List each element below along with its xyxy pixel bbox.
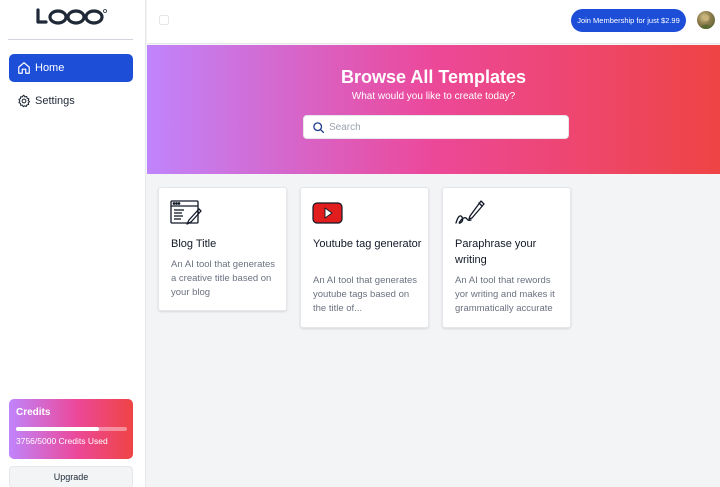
template-card-title: Blog Title: [171, 238, 217, 250]
template-card-title: Youtube tag generator: [313, 238, 422, 250]
credits-usage-text: 3756/5000 Credits Used: [16, 436, 108, 446]
app-logo[interactable]: [36, 7, 108, 27]
search-bar[interactable]: [303, 115, 569, 139]
credits-panel: Credits 3756/5000 Credits Used: [9, 399, 133, 459]
blog-article-icon: [170, 199, 202, 227]
join-membership-button[interactable]: Join Membership for just $2.99: [571, 9, 686, 32]
sidebar-item-label: Settings: [35, 95, 75, 107]
hero-banner: Browse All Templates What would you like…: [147, 45, 720, 174]
credits-title: Credits: [16, 407, 51, 418]
menu-toggle-checkbox[interactable]: [159, 15, 169, 25]
template-card-description: An AI tool that rewords yor writing and …: [455, 275, 555, 314]
user-avatar[interactable]: [697, 11, 715, 29]
top-header: Join Membership for just $2.99: [147, 0, 720, 44]
hero-subtitle: What would you like to create today?: [351, 91, 516, 102]
credits-progress-bar: [16, 427, 127, 431]
upgrade-button[interactable]: Upgrade: [9, 466, 133, 487]
logo-wordmark: [36, 8, 107, 25]
avatar-image: [699, 15, 713, 29]
youtube-icon: [312, 199, 344, 227]
search-input[interactable]: [329, 121, 559, 133]
template-card-youtube-tag-generator[interactable]: Youtube tag generator An AI tool that ge…: [300, 187, 429, 328]
template-card-title: Paraphrase your writing: [455, 238, 537, 266]
gear-icon: [11, 87, 37, 115]
sidebar-item-label: Home: [35, 62, 65, 74]
template-card-description: An AI tool that generates youtube tags b…: [313, 275, 418, 314]
credits-progress-fill: [16, 427, 100, 431]
sidebar: Home Settings Credits 3756/5000 Credits …: [0, 0, 146, 487]
hero-title: Browse All Templates: [340, 67, 527, 87]
pen-signature-icon: [454, 199, 486, 227]
search-icon: [307, 116, 329, 138]
home-icon: [11, 54, 37, 82]
template-card-blog-title[interactable]: Blog Title An AI tool that generates a c…: [158, 187, 287, 311]
sidebar-item-settings[interactable]: Settings: [9, 87, 133, 115]
sidebar-divider: [8, 39, 133, 40]
template-card-paraphrase[interactable]: Paraphrase your writing An AI tool that …: [442, 187, 571, 328]
template-card-description: An AI tool that generates a creative tit…: [171, 259, 276, 298]
sidebar-item-home[interactable]: Home: [9, 54, 133, 82]
